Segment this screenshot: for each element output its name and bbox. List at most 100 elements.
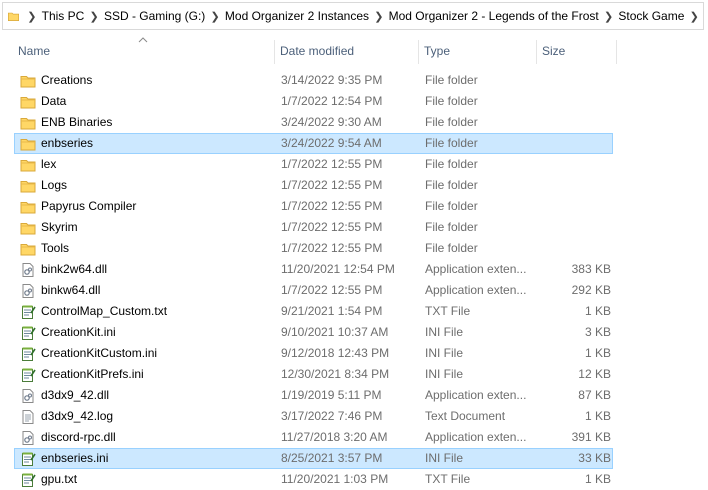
breadcrumb-this-pc[interactable]: This PC	[41, 7, 86, 25]
folder-icon	[8, 12, 19, 21]
file-type: INI File	[425, 451, 464, 465]
chevron-right-icon[interactable]: ❯	[210, 10, 220, 23]
address-bar[interactable]: ❯ This PC ❯ SSD - Gaming (G:) ❯ Mod Orga…	[2, 2, 704, 30]
file-date-modified: 3/24/2022 9:30 AM	[281, 115, 382, 129]
file-row[interactable]: bink2w64.dll 11/20/2021 12:54 PM Applica…	[14, 259, 613, 280]
file-size: 12 KB	[578, 367, 611, 381]
file-name: enbseries.ini	[41, 451, 109, 465]
chevron-right-icon[interactable]: ❯	[27, 10, 37, 23]
file-date-modified: 11/20/2021 1:03 PM	[281, 472, 389, 486]
file-size: 3 KB	[584, 325, 611, 339]
file-row[interactable]: Skyrim 1/7/2022 12:55 PM File folder	[14, 217, 613, 238]
breadcrumb-drive[interactable]: SSD - Gaming (G:)	[103, 7, 206, 25]
file-explorer-window: ❯ This PC ❯ SSD - Gaming (G:) ❯ Mod Orga…	[0, 0, 708, 490]
file-size	[541, 218, 611, 237]
file-row[interactable]: Tools 1/7/2022 12:55 PM File folder	[14, 238, 613, 259]
file-row[interactable]: Creations 3/14/2022 9:35 PM File folder	[14, 70, 613, 91]
file-type: TXT File	[425, 304, 471, 318]
file-type: INI File	[425, 346, 464, 360]
file-name: ENB Binaries	[41, 115, 113, 129]
notepad-icon	[20, 367, 36, 383]
breadcrumb-instances[interactable]: Mod Organizer 2 Instances	[224, 7, 370, 25]
file-type: Application exten...	[425, 283, 527, 297]
file-row[interactable]: d3dx9_42.dll 1/19/2019 5:11 PM Applicati…	[14, 385, 613, 406]
dll-icon	[20, 388, 36, 404]
breadcrumb-instance[interactable]: Mod Organizer 2 - Legends of the Frost	[388, 7, 600, 25]
file-row[interactable]: enbseries.ini 8/25/2021 3:57 PM INI File…	[14, 448, 613, 469]
file-row[interactable]: ENB Binaries 3/24/2022 9:30 AM File fold…	[14, 112, 613, 133]
chevron-right-icon[interactable]: ❯	[689, 10, 699, 23]
file-row[interactable]: Logs 1/7/2022 12:55 PM File folder	[14, 175, 613, 196]
file-type: File folder	[425, 115, 478, 129]
file-type: INI File	[425, 325, 464, 339]
file-name: d3dx9_42.log	[41, 409, 114, 423]
file-row[interactable]: CreationKitCustom.ini 9/12/2018 12:43 PM…	[14, 343, 613, 364]
file-name: discord-rpc.dll	[41, 430, 116, 444]
file-date-modified: 1/7/2022 12:55 PM	[281, 283, 383, 297]
file-row[interactable]: Papyrus Compiler 1/7/2022 12:55 PM File …	[14, 196, 613, 217]
file-type: Application exten...	[425, 262, 527, 276]
dll-icon	[20, 430, 36, 446]
file-size: 33 KB	[578, 451, 611, 465]
chevron-right-icon[interactable]: ❯	[604, 10, 614, 23]
file-size	[541, 239, 611, 258]
file-date-modified: 11/20/2021 12:54 PM	[281, 262, 395, 276]
file-date-modified: 12/30/2021 8:34 PM	[281, 367, 390, 381]
file-date-modified: 3/24/2022 9:54 AM	[281, 136, 382, 150]
folder-icon	[20, 73, 36, 89]
file-size	[541, 155, 611, 174]
column-divider[interactable]	[616, 40, 617, 64]
file-row[interactable]: discord-rpc.dll 11/27/2018 3:20 AM Appli…	[14, 427, 613, 448]
file-size: 292 KB	[571, 283, 611, 297]
column-header-type[interactable]: Type	[418, 36, 536, 66]
file-row[interactable]: Data 1/7/2022 12:54 PM File folder	[14, 91, 613, 112]
file-row[interactable]: ControlMap_Custom.txt 9/21/2021 1:54 PM …	[14, 301, 613, 322]
chevron-right-icon[interactable]: ❯	[89, 10, 99, 23]
file-type: File folder	[425, 157, 478, 171]
file-name: Logs	[41, 178, 68, 192]
file-type: TXT File	[425, 472, 471, 486]
file-row[interactable]: binkw64.dll 1/7/2022 12:55 PM Applicatio…	[14, 280, 613, 301]
file-row[interactable]: enbseries 3/24/2022 9:54 AM File folder	[14, 133, 613, 154]
file-row[interactable]: CreationKitPrefs.ini 12/30/2021 8:34 PM …	[14, 364, 613, 385]
column-header-date-modified[interactable]: Date modified	[274, 36, 418, 66]
notepad-icon	[20, 346, 36, 362]
folder-icon	[20, 241, 36, 257]
file-type: Text Document	[425, 409, 506, 423]
file-name: bink2w64.dll	[41, 262, 108, 276]
chevron-right-icon[interactable]: ❯	[374, 10, 384, 23]
file-row[interactable]: d3dx9_42.log 3/17/2022 7:46 PM Text Docu…	[14, 406, 613, 427]
file-name: Data	[41, 94, 67, 108]
file-size	[541, 134, 611, 153]
file-type: Application exten...	[425, 430, 527, 444]
file-name: Skyrim	[41, 220, 78, 234]
file-size	[541, 71, 611, 90]
column-header-name[interactable]: Name	[12, 36, 274, 66]
dll-icon	[20, 283, 36, 299]
notepad-icon	[20, 472, 36, 488]
notepad-icon	[20, 325, 36, 341]
file-date-modified: 1/7/2022 12:55 PM	[281, 199, 383, 213]
file-date-modified: 3/17/2022 7:46 PM	[281, 409, 383, 423]
file-row[interactable]: CreationKit.ini 9/10/2021 10:37 AM INI F…	[14, 322, 613, 343]
file-date-modified: 3/14/2022 9:35 PM	[281, 73, 383, 87]
file-size	[541, 176, 611, 195]
file-name: CreationKit.ini	[41, 325, 116, 339]
column-header-size[interactable]: Size	[536, 36, 616, 66]
file-type: File folder	[425, 94, 478, 108]
folder-icon	[20, 115, 36, 131]
document-icon	[20, 409, 36, 425]
file-name: CreationKitPrefs.ini	[41, 367, 144, 381]
file-row[interactable]: lex 1/7/2022 12:55 PM File folder	[14, 154, 613, 175]
dll-icon	[20, 262, 36, 278]
file-date-modified: 1/7/2022 12:55 PM	[281, 178, 383, 192]
file-date-modified: 1/19/2019 5:11 PM	[281, 388, 382, 402]
file-date-modified: 1/7/2022 12:55 PM	[281, 157, 383, 171]
file-size: 391 KB	[571, 430, 611, 444]
breadcrumb-current-folder[interactable]: Stock Game	[617, 7, 685, 25]
file-name: d3dx9_42.dll	[41, 388, 110, 402]
file-type: File folder	[425, 136, 478, 150]
notepad-icon	[20, 451, 36, 467]
file-row[interactable]: gpu.txt 11/20/2021 1:03 PM TXT File 1 KB	[14, 469, 613, 490]
file-date-modified: 1/7/2022 12:55 PM	[281, 220, 383, 234]
